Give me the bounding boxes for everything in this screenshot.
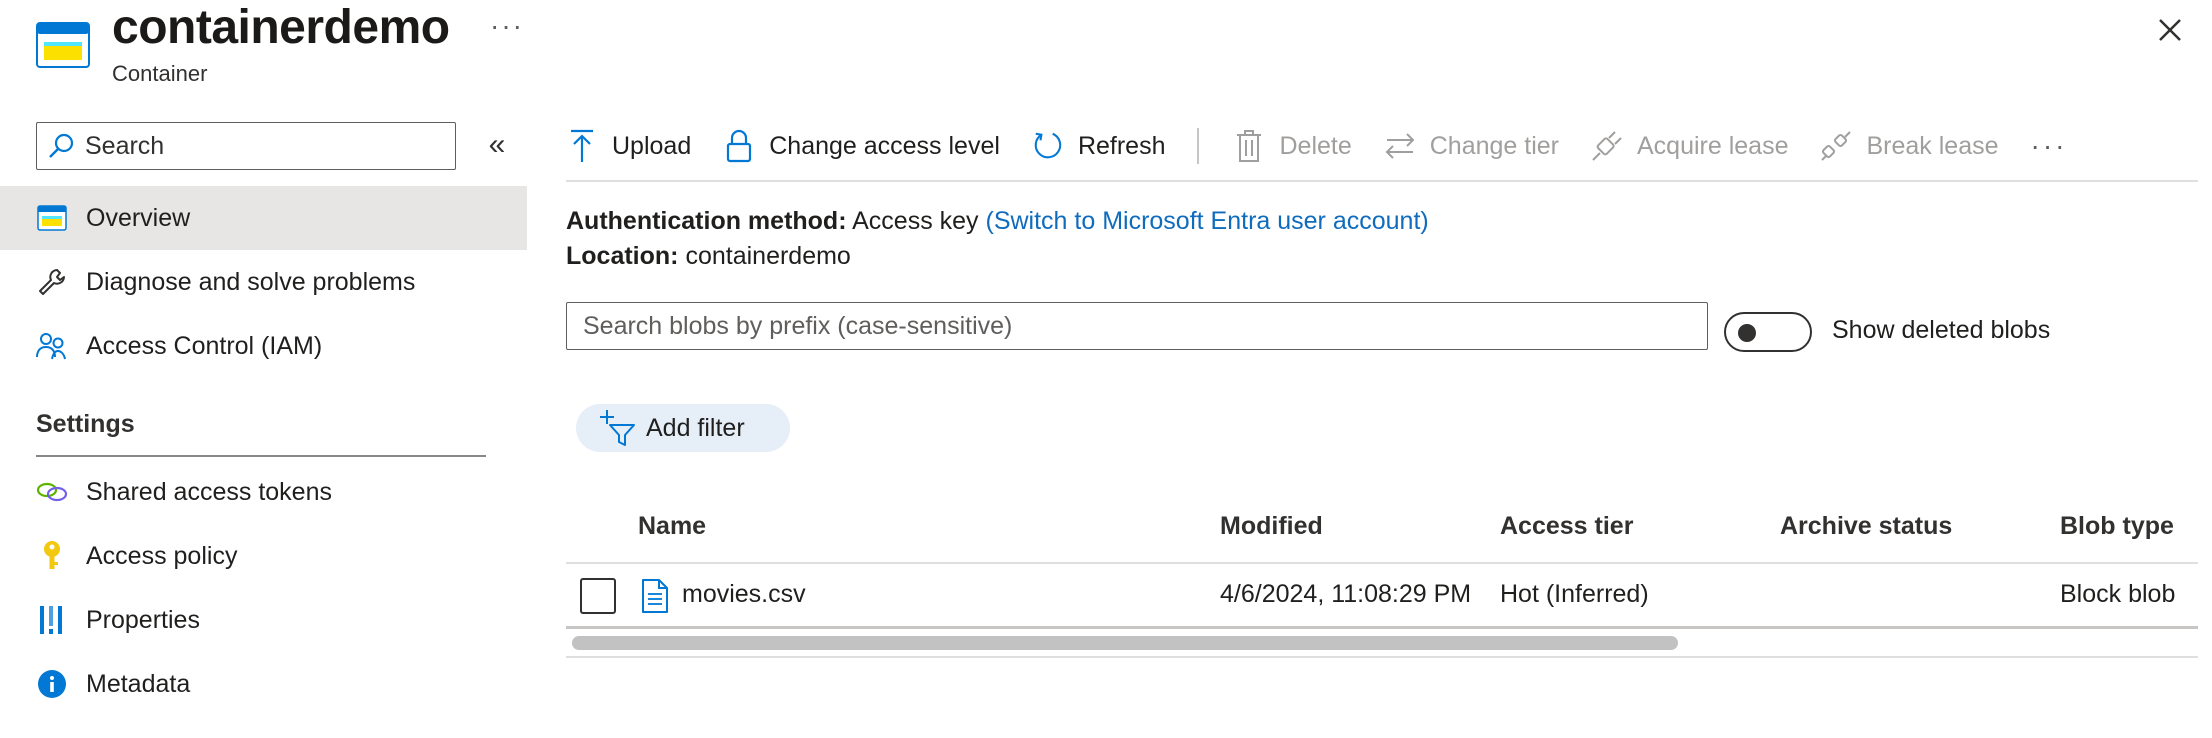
show-deleted-blobs-label: Show deleted blobs (1832, 316, 2051, 344)
column-header-modified[interactable]: Modified (1220, 512, 1323, 541)
sidebar-item-label: Overview (86, 203, 191, 232)
delete-label: Delete (1279, 131, 1352, 160)
blob-modified: 4/6/2024, 11:08:29 PM (1220, 580, 1472, 608)
blob-search-placeholder: Search blobs by prefix (case-sensitive) (583, 311, 1013, 340)
sidebar-item-label: Access policy (86, 541, 238, 570)
sidebar-search-input[interactable]: Search (36, 122, 456, 170)
sidebar-item-access-control[interactable]: Access Control (IAM) (0, 314, 527, 378)
properties-bars-icon (36, 604, 68, 636)
sidebar-item-metadata[interactable]: Metadata (0, 652, 527, 716)
close-icon (2159, 19, 2181, 41)
switch-auth-link[interactable]: (Switch to Microsoft Entra user account) (986, 207, 1429, 235)
break-lease-label: Break lease (1866, 131, 1999, 160)
page-subtitle: Container (112, 61, 208, 86)
document-icon (640, 578, 670, 614)
table-header-divider (566, 562, 2198, 564)
toolbar-separator (1197, 128, 1200, 164)
authentication-method-line: Authentication method: Access key (Switc… (566, 205, 1429, 237)
change-tier-label: Change tier (1429, 131, 1559, 160)
change-access-level-label: Change access level (769, 131, 1000, 160)
blob-access-tier: Hot (Inferred) (1500, 580, 1649, 608)
key-icon (36, 540, 68, 572)
sidebar-item-label: Properties (86, 605, 200, 634)
settings-divider (36, 455, 486, 457)
blob-type: Block blob (2060, 580, 2176, 608)
location-value: containerdemo (685, 242, 851, 270)
acquire-lease-label: Acquire lease (1637, 131, 1789, 160)
sidebar-item-label: Metadata (86, 669, 191, 698)
refresh-button[interactable]: Refresh (1032, 128, 1166, 164)
column-header-name[interactable]: Name (638, 512, 706, 541)
blob-name-link[interactable]: movies.csv (682, 580, 806, 609)
toolbar-more-button[interactable]: ··· (2031, 130, 2068, 162)
trash-icon (1233, 128, 1265, 164)
sidebar-item-label: Diagnose and solve problems (86, 267, 416, 296)
location-line: Location: containerdemo (566, 240, 851, 272)
toolbar-divider (566, 180, 2198, 182)
show-deleted-blobs-toggle[interactable] (1724, 312, 1812, 352)
wrench-icon (36, 266, 68, 298)
upload-label: Upload (612, 131, 692, 160)
info-icon (36, 668, 68, 700)
sidebar-item-overview[interactable]: Overview (0, 186, 527, 250)
refresh-label: Refresh (1077, 131, 1166, 160)
upload-button[interactable]: Upload (566, 128, 691, 164)
refresh-icon (1032, 128, 1064, 164)
command-toolbar: Upload Change access level Refresh Delet… (566, 118, 2068, 174)
swap-arrows-icon (1384, 128, 1416, 164)
location-label: Location: (566, 242, 679, 270)
break-lease-button[interactable]: Break lease (1820, 128, 1999, 164)
lock-icon (723, 128, 755, 164)
add-filter-label: Add filter (646, 413, 745, 442)
scrollbar-divider (566, 656, 2198, 658)
change-access-level-button[interactable]: Change access level (723, 128, 1000, 164)
sidebar-item-shared-access-tokens[interactable]: Shared access tokens (0, 460, 527, 524)
collapse-sidebar-button[interactable]: « (480, 128, 514, 162)
more-options-button[interactable]: ··· (490, 10, 524, 42)
settings-section-label: Settings (36, 410, 135, 438)
auth-method-label: Authentication method: (566, 207, 847, 235)
sidebar-item-label: Access Control (IAM) (86, 331, 323, 360)
column-header-archive-status[interactable]: Archive status (1780, 512, 1952, 541)
toggle-knob (1738, 324, 1756, 342)
unplug-icon (1820, 128, 1852, 164)
upload-icon (566, 128, 598, 164)
sidebar-item-label: Shared access tokens (86, 477, 332, 506)
plug-icon (1591, 128, 1623, 164)
horizontal-scrollbar-thumb[interactable] (572, 636, 1678, 650)
search-icon (49, 133, 74, 158)
link-icon (36, 476, 68, 508)
add-filter-icon (598, 409, 636, 447)
auth-method-value: Access key (852, 207, 979, 235)
close-button[interactable] (2150, 10, 2190, 50)
add-filter-button[interactable]: Add filter (576, 404, 790, 452)
container-icon (36, 202, 68, 234)
sidebar-item-access-policy[interactable]: Access policy (0, 524, 527, 588)
people-icon (36, 330, 68, 362)
table-row-divider (566, 626, 2198, 629)
page-title: containerdemo (112, 1, 450, 54)
row-select-checkbox[interactable] (580, 578, 616, 614)
column-header-access-tier[interactable]: Access tier (1500, 512, 1633, 541)
column-header-blob-type[interactable]: Blob type (2060, 512, 2174, 541)
container-icon (36, 22, 90, 68)
change-tier-button[interactable]: Change tier (1384, 128, 1559, 164)
delete-button[interactable]: Delete (1233, 128, 1352, 164)
sidebar-search-placeholder: Search (85, 131, 165, 160)
sidebar-item-properties[interactable]: Properties (0, 588, 527, 652)
blob-prefix-search-input[interactable]: Search blobs by prefix (case-sensitive) (566, 302, 1708, 350)
sidebar-item-diagnose[interactable]: Diagnose and solve problems (0, 250, 527, 314)
acquire-lease-button[interactable]: Acquire lease (1591, 128, 1788, 164)
